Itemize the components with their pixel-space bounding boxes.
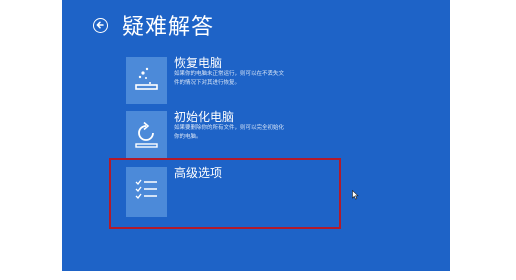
option-title: 恢复电脑 (174, 56, 223, 70)
option-tile (126, 111, 167, 158)
page-title: 疑难解答 (122, 15, 215, 40)
troubleshoot-screen: 疑难解答 恢复电脑 如果你的电脑未正常运行，则可以在不丢失文件的情况下对其进行恢… (62, 0, 450, 271)
option-tile (126, 57, 167, 104)
reset-pc-icon (135, 121, 158, 148)
mouse-cursor-icon (352, 190, 359, 200)
refresh-pc-icon (135, 67, 158, 90)
option-title: 初始化电脑 (174, 110, 235, 124)
highlight-box (109, 158, 341, 229)
option-description: 如果你的电脑未正常运行，则可以在不丢失文件的情况下对其进行恢复。 (174, 71, 285, 86)
option-description: 如果要删除你的所有文件，则可以完全初始化你的电脑。 (174, 125, 285, 140)
option-refresh-pc[interactable]: 恢复电脑 如果你的电脑未正常运行，则可以在不丢失文件的情况下对其进行恢复。 (126, 56, 376, 107)
option-reset-pc[interactable]: 初始化电脑 如果要删除你的所有文件，则可以完全初始化你的电脑。 (126, 110, 376, 161)
back-arrow-icon (96, 21, 104, 29)
back-button[interactable] (93, 18, 108, 33)
